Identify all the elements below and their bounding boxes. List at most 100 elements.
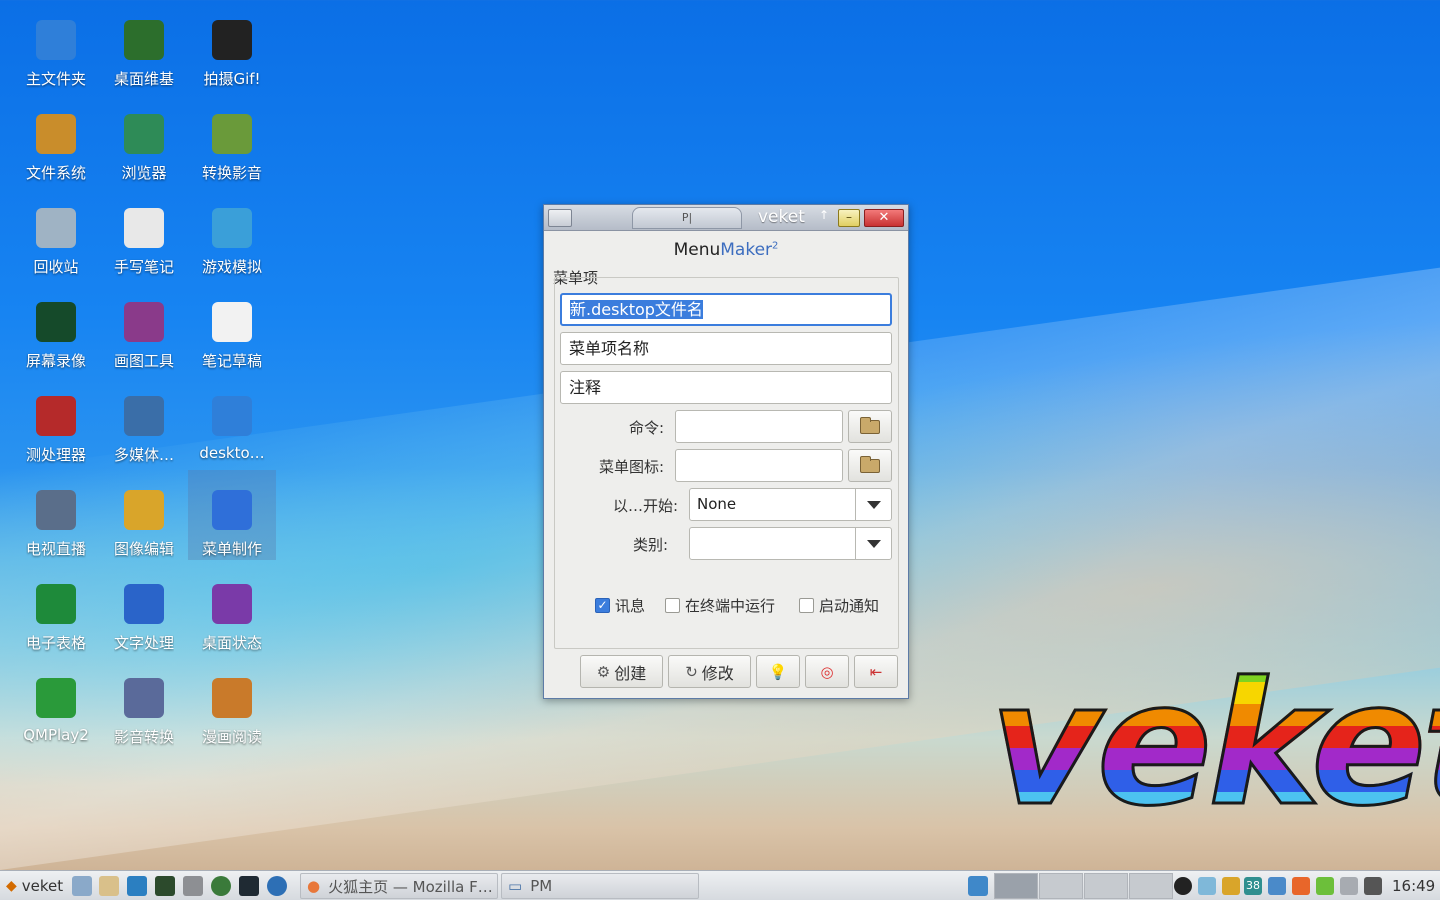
- modify-button-label: 修改: [701, 663, 734, 683]
- pin-arrow-icon[interactable]: ↑: [819, 208, 829, 222]
- tv-icon: [36, 490, 76, 530]
- workspace-2[interactable]: [1039, 873, 1083, 899]
- workspace-3[interactable]: [1084, 873, 1128, 899]
- checkbox-message[interactable]: ✓ 讯息: [595, 595, 645, 616]
- desktop-icon[interactable]: 主文件夹: [12, 0, 100, 90]
- desktop-icon[interactable]: 手写笔记: [100, 188, 188, 278]
- desktop-icon[interactable]: 游戏模拟: [188, 188, 276, 278]
- play-icon: [36, 678, 76, 718]
- file-manager-icon[interactable]: [99, 876, 119, 896]
- close-button[interactable]: ✕: [864, 209, 904, 227]
- category-select[interactable]: [689, 527, 892, 560]
- spreadsheet-icon: [36, 584, 76, 624]
- clipboard-icon[interactable]: [1222, 877, 1240, 895]
- browser-icon[interactable]: [267, 876, 287, 896]
- desktop-icon-label: 浏览器: [121, 164, 167, 182]
- paint-icon: [124, 302, 164, 342]
- desktop-icon-label: 测处理器: [25, 446, 86, 464]
- menu-item-name-field[interactable]: 菜单项名称: [560, 332, 892, 365]
- start-with-value: None: [697, 495, 737, 513]
- desktop-icon[interactable]: 图像编辑: [100, 470, 188, 560]
- exit-button[interactable]: ⇤: [854, 655, 898, 688]
- desktop-icon[interactable]: 画图工具: [100, 282, 188, 372]
- desktop-filename-field[interactable]: 新.desktop文件名: [560, 293, 892, 326]
- desktop-icon[interactable]: 屏幕录像: [12, 282, 100, 372]
- desktop-icon[interactable]: 菜单制作: [188, 470, 276, 560]
- desktop-icon-label: 主文件夹: [25, 70, 86, 88]
- category-dropdown-button[interactable]: [855, 527, 891, 560]
- temperature-badge[interactable]: 38: [1244, 877, 1262, 895]
- desktop-icon[interactable]: 桌面维基: [100, 0, 188, 90]
- checkbox-startup-notify[interactable]: 启动通知: [799, 595, 879, 616]
- window-tab[interactable]: P|: [632, 207, 742, 229]
- start-menu-button[interactable]: ◆ veket: [6, 871, 63, 900]
- drive-icon[interactable]: [1340, 877, 1358, 895]
- desktop-icon[interactable]: 拍摄Gif!: [188, 0, 276, 90]
- desktop-icon-label: 屏幕录像: [25, 352, 86, 370]
- checkbox-run-in-terminal-box[interactable]: [665, 598, 680, 613]
- window-list-icon[interactable]: [127, 876, 147, 896]
- display-icon[interactable]: [1268, 877, 1286, 895]
- desktop-icon[interactable]: deskto…: [188, 376, 276, 466]
- desktop-icon[interactable]: 浏览器: [100, 94, 188, 184]
- task-pm[interactable]: ▭ PM: [501, 873, 699, 899]
- brightness-icon[interactable]: [1174, 877, 1192, 895]
- desktop-icon[interactable]: 桌面状态: [188, 564, 276, 654]
- camera-icon: [212, 20, 252, 60]
- command-input[interactable]: [675, 410, 843, 443]
- desktop-icon-label: 游戏模拟: [201, 258, 262, 276]
- command-browse-button[interactable]: [848, 410, 892, 443]
- window-menu-button[interactable]: [548, 209, 572, 227]
- task-firefox[interactable]: ● 火狐主页 — Mozilla F…: [300, 873, 498, 899]
- desktop-icon[interactable]: 漫画阅读: [188, 658, 276, 748]
- window-icon: ▭: [508, 877, 523, 895]
- antenna-icon[interactable]: [1316, 877, 1334, 895]
- desktop-icon[interactable]: 电视直播: [12, 470, 100, 560]
- handwriting-icon: [124, 208, 164, 248]
- window-titlebar[interactable]: P| veket ↑ – ✕: [544, 205, 908, 231]
- network-icon[interactable]: [1198, 877, 1216, 895]
- comment-field[interactable]: 注释: [560, 371, 892, 404]
- desktop-icon[interactable]: 回收站: [12, 188, 100, 278]
- desktop-icon[interactable]: 文件系统: [12, 94, 100, 184]
- chevron-down-icon: [866, 500, 881, 509]
- checkbox-run-in-terminal[interactable]: 在终端中运行: [665, 595, 775, 616]
- icon-browse-button[interactable]: [848, 449, 892, 482]
- terminal-icon[interactable]: [239, 876, 259, 896]
- desktop-icon-label: 图像编辑: [113, 540, 174, 558]
- help-button[interactable]: ◎: [805, 655, 849, 688]
- desktop-icon-label: 电子表格: [25, 634, 86, 652]
- checkbox-startup-notify-box[interactable]: [799, 598, 814, 613]
- desktop-icon[interactable]: 文字处理: [100, 564, 188, 654]
- gears-icon: ⚙: [596, 662, 611, 681]
- settings-icon[interactable]: [183, 876, 203, 896]
- system-monitor-icon[interactable]: [155, 876, 175, 896]
- desktop-icon[interactable]: 转换影音: [188, 94, 276, 184]
- active-window-icon[interactable]: [968, 876, 988, 896]
- desktop-show-icon[interactable]: [72, 876, 92, 896]
- desktop-icon[interactable]: 多媒体…: [100, 376, 188, 466]
- taskbar: ◆ veket ● 火狐主页 — Mozilla F… ▭ PM 38 16:4…: [0, 870, 1440, 900]
- modify-button[interactable]: ↻ 修改: [668, 655, 751, 688]
- desktop-icon[interactable]: QMPlay2: [12, 658, 100, 748]
- desktop-icon[interactable]: 影音转换: [100, 658, 188, 748]
- desktop-icon-label: 电视直播: [25, 540, 86, 558]
- desktop-icon[interactable]: 测处理器: [12, 376, 100, 466]
- start-with-dropdown-button[interactable]: [855, 488, 891, 521]
- minimize-button[interactable]: –: [838, 209, 860, 227]
- menu-icon-input[interactable]: [675, 449, 843, 482]
- desktop-icon-label: 桌面状态: [201, 634, 262, 652]
- create-button[interactable]: ⚙ 创建: [580, 655, 663, 688]
- desktop-icon[interactable]: 电子表格: [12, 564, 100, 654]
- workspace-1[interactable]: [994, 873, 1038, 899]
- workspace-4[interactable]: [1129, 873, 1173, 899]
- flame-icon[interactable]: [1292, 877, 1310, 895]
- hint-button[interactable]: 💡: [756, 655, 800, 688]
- veket-logo: veket: [989, 659, 1440, 832]
- refresh-icon: ↻: [685, 662, 698, 681]
- start-with-select[interactable]: None: [689, 488, 892, 521]
- desktop-icon[interactable]: 笔记草稿: [188, 282, 276, 372]
- checkbox-message-box[interactable]: ✓: [595, 598, 610, 613]
- volume-icon[interactable]: [1364, 877, 1382, 895]
- media-player-icon[interactable]: [211, 876, 231, 896]
